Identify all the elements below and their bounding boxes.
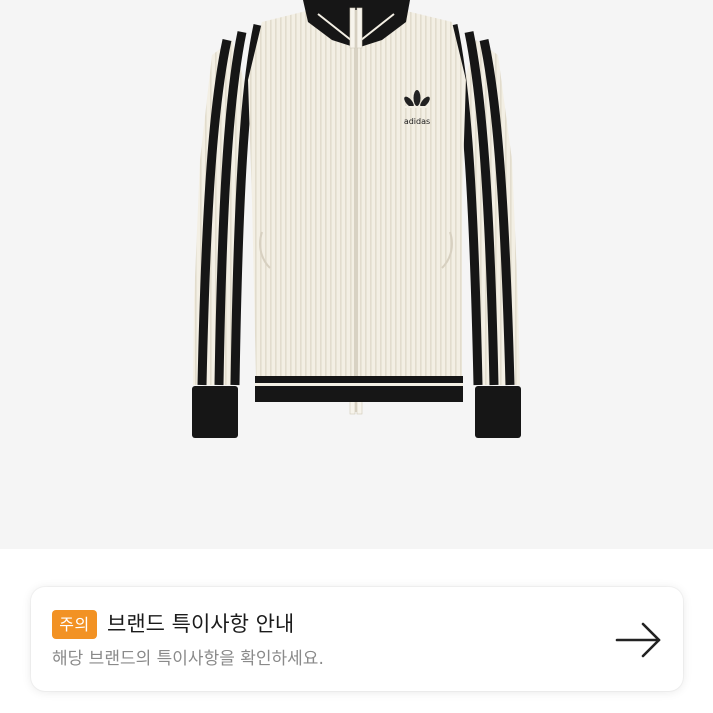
notice-title: 브랜드 특이사항 안내 xyxy=(107,612,295,636)
arrow-right-icon[interactable] xyxy=(612,618,664,662)
right-cuff xyxy=(475,386,521,438)
waistband xyxy=(255,376,463,402)
brand-logo-text: adidas xyxy=(404,117,430,126)
left-cuff xyxy=(192,386,238,438)
warning-badge: 주의 xyxy=(52,610,97,639)
track-jacket-illustration: adidas xyxy=(192,0,521,438)
notice-description: 해당 브랜드의 특이사항을 확인하세요. xyxy=(52,649,324,669)
product-image[interactable]: adidas xyxy=(0,0,713,549)
